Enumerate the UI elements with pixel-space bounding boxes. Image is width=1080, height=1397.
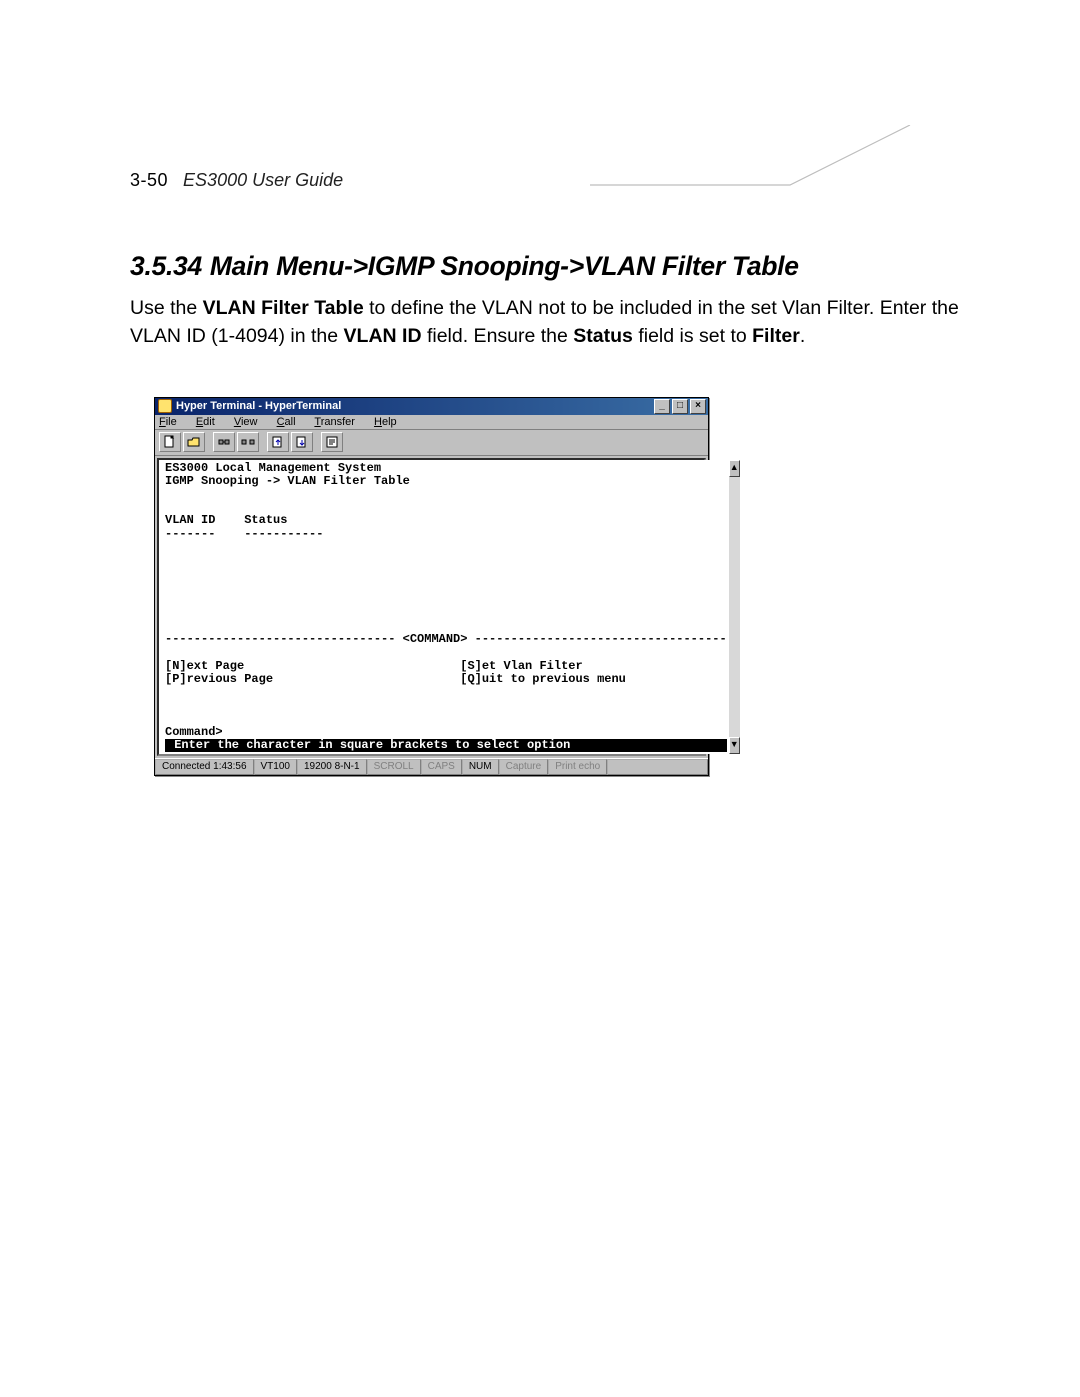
menu-transfer[interactable]: Transfer: [314, 416, 363, 428]
send-icon[interactable]: [267, 432, 289, 452]
menu-edit[interactable]: Edit: [196, 416, 223, 428]
status-scroll: SCROLL: [367, 759, 421, 775]
status-connected: Connected 1:43:56: [155, 759, 254, 775]
section-paragraph: Use the VLAN Filter Table to define the …: [130, 294, 970, 351]
status-caps: CAPS: [421, 759, 462, 775]
status-terminal: VT100: [254, 759, 297, 775]
status-port: 19200 8-N-1: [297, 759, 367, 775]
new-icon[interactable]: [159, 432, 181, 452]
terminal-output[interactable]: ES3000 Local Management System IGMP Snoo…: [159, 460, 729, 754]
window-title: Hyper Terminal - HyperTerminal: [176, 400, 654, 412]
menu-view[interactable]: View: [234, 416, 266, 428]
status-capture: Capture: [499, 759, 549, 775]
scroll-down-icon[interactable]: ▼: [729, 737, 740, 754]
receive-icon[interactable]: [291, 432, 313, 452]
minimize-button[interactable]: _: [654, 399, 670, 414]
hyperterminal-window: Hyper Terminal - HyperTerminal _ □ × Fil…: [154, 397, 709, 776]
toolbar: [155, 430, 708, 456]
page-running-head: 3-50 ES3000 User Guide: [130, 170, 970, 191]
status-bar: Connected 1:43:56 VT100 19200 8-N-1 SCRO…: [155, 758, 708, 775]
status-num: NUM: [462, 759, 499, 775]
disconnect-icon[interactable]: [237, 432, 259, 452]
section-heading: 3.5.34Main Menu->IGMP Snooping->VLAN Fil…: [130, 251, 970, 282]
terminal-prompt-hint: Enter the character in square brackets t…: [165, 739, 727, 752]
doc-title: ES3000 User Guide: [183, 170, 343, 190]
scrollbar-vertical[interactable]: ▲ ▼: [729, 460, 740, 754]
menu-help[interactable]: Help: [374, 416, 405, 428]
status-printecho: Print echo: [548, 759, 607, 775]
window-titlebar[interactable]: Hyper Terminal - HyperTerminal _ □ ×: [155, 398, 708, 415]
menu-call[interactable]: Call: [277, 416, 304, 428]
app-icon: [158, 399, 172, 413]
properties-icon[interactable]: [321, 432, 343, 452]
page-number: 3-50: [130, 170, 168, 190]
open-icon[interactable]: [183, 432, 205, 452]
menu-bar[interactable]: File Edit View Call Transfer Help: [155, 415, 708, 430]
menu-file[interactable]: File: [159, 416, 185, 428]
close-button[interactable]: ×: [690, 399, 706, 414]
maximize-button[interactable]: □: [672, 399, 688, 414]
scroll-up-icon[interactable]: ▲: [729, 460, 740, 477]
connect-icon[interactable]: [213, 432, 235, 452]
